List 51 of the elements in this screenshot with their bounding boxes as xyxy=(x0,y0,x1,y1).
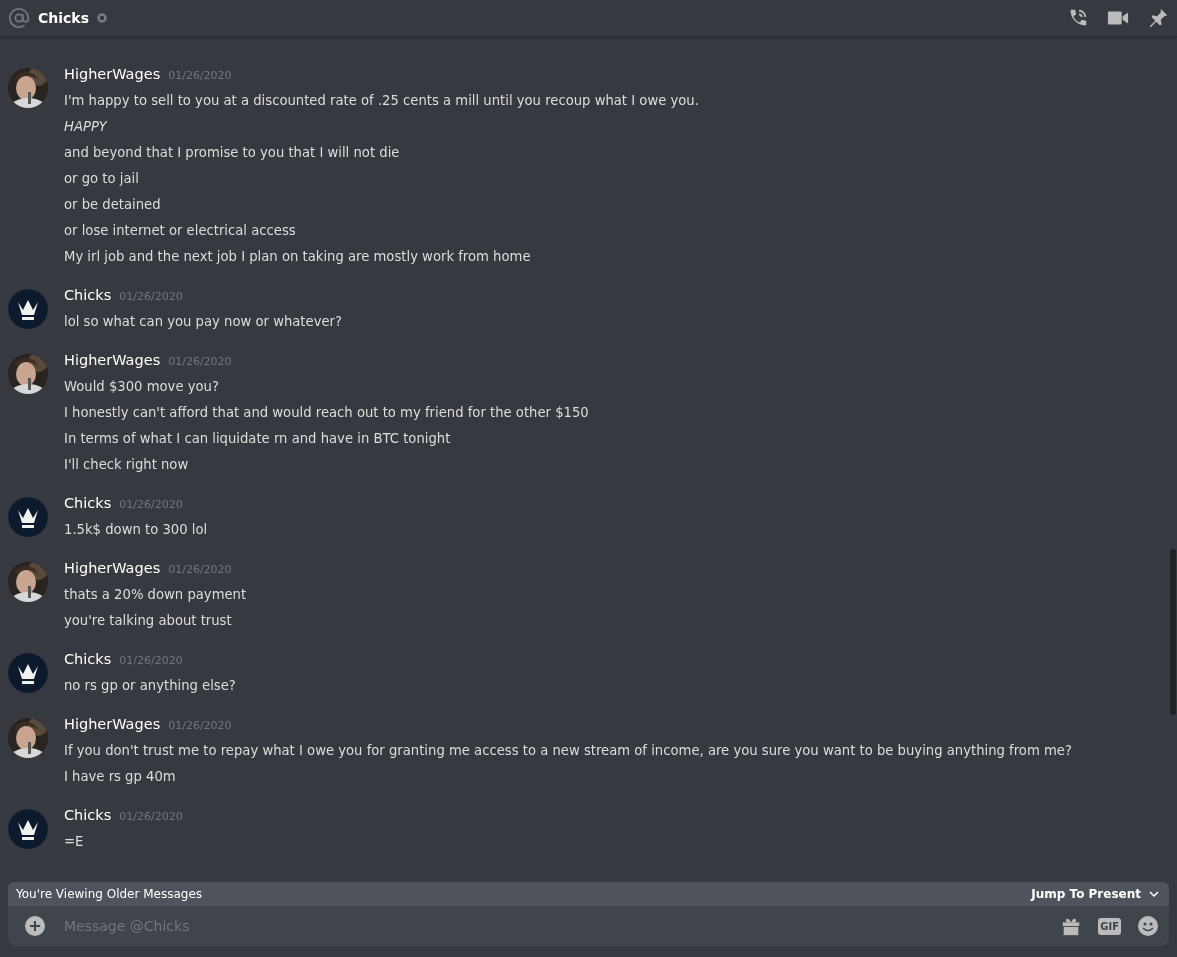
timestamp: 01/26/2020 xyxy=(168,719,232,732)
timestamp: 01/26/2020 xyxy=(168,355,232,368)
status-icon xyxy=(97,13,107,23)
timestamp: 01/26/2020 xyxy=(119,654,183,667)
message-text: lol so what can you pay now or whatever? xyxy=(64,313,342,331)
message-text: 1.5k$ down to 300 lol xyxy=(64,521,208,539)
pin-icon[interactable] xyxy=(1147,7,1169,29)
message-text: =E xyxy=(64,833,84,851)
author-name[interactable]: HigherWages xyxy=(64,352,161,368)
timestamp: 01/26/2020 xyxy=(119,290,183,303)
timestamp: 01/26/2020 xyxy=(168,563,232,576)
banner-text: You're Viewing Older Messages xyxy=(16,887,203,901)
chevron-down-icon xyxy=(1149,889,1159,899)
message-text: no rs gp or anything else? xyxy=(64,677,236,695)
message-text: I'll check right now xyxy=(64,456,189,474)
crown-avatar xyxy=(8,289,48,329)
message-text: and beyond that I promise to you that I will not die xyxy=(64,144,400,162)
timestamp: 01/26/2020 xyxy=(119,810,183,823)
channel-title: Chicks xyxy=(38,10,89,26)
at-sign-icon xyxy=(8,7,30,29)
jump-to-present-button[interactable]: Jump To Present xyxy=(1031,887,1159,901)
message-text: thats a 20% down payment xyxy=(64,586,247,604)
gif-button[interactable]: GIF xyxy=(1098,917,1121,935)
timestamp: 01/26/2020 xyxy=(168,69,232,82)
author-name[interactable]: Chicks xyxy=(64,495,112,511)
message-text: In terms of what I can liquidate rn and have in BTC tonight xyxy=(64,430,451,448)
message-text: My irl job and the next job I plan on taking are mostly work from home xyxy=(64,248,531,266)
message-text: you're talking about trust xyxy=(64,612,232,630)
message-text: or lose internet or electrical access xyxy=(64,222,296,240)
message-text: HAPPY xyxy=(64,118,107,136)
author-name[interactable]: HigherWages xyxy=(64,560,161,576)
author-name[interactable]: Chicks xyxy=(64,287,112,303)
video-camera-icon[interactable] xyxy=(1107,9,1129,27)
author-name[interactable]: HigherWages xyxy=(64,66,161,82)
message-text: or go to jail xyxy=(64,170,139,188)
author-name[interactable]: HigherWages xyxy=(64,716,161,732)
scrollbar-thumb[interactable] xyxy=(1170,549,1176,715)
message-text: or be detained xyxy=(64,196,161,214)
message-text: If you don't trust me to repay what I owe you for granting me access to a new stream of income, are you sure you want to be buying anything from me? xyxy=(64,742,1072,760)
message-text: I have rs gp 40m xyxy=(64,768,176,786)
timestamp: 01/26/2020 xyxy=(119,498,183,511)
crown-avatar xyxy=(8,809,48,849)
add-icon[interactable] xyxy=(24,915,46,937)
message-text: I honestly can't afford that and would reach out to my friend for the other $150 xyxy=(64,404,589,422)
author-name[interactable]: Chicks xyxy=(64,651,112,667)
emoji-icon[interactable] xyxy=(1137,915,1159,937)
message-text: I'm happy to sell to you at a discounted rate of .25 cents a mill until you recoup what I owe you. xyxy=(64,92,699,110)
author-name[interactable]: Chicks xyxy=(64,807,112,823)
crown-avatar xyxy=(8,653,48,693)
crown-avatar xyxy=(8,497,48,537)
message-text: Would $300 move you? xyxy=(64,378,219,396)
